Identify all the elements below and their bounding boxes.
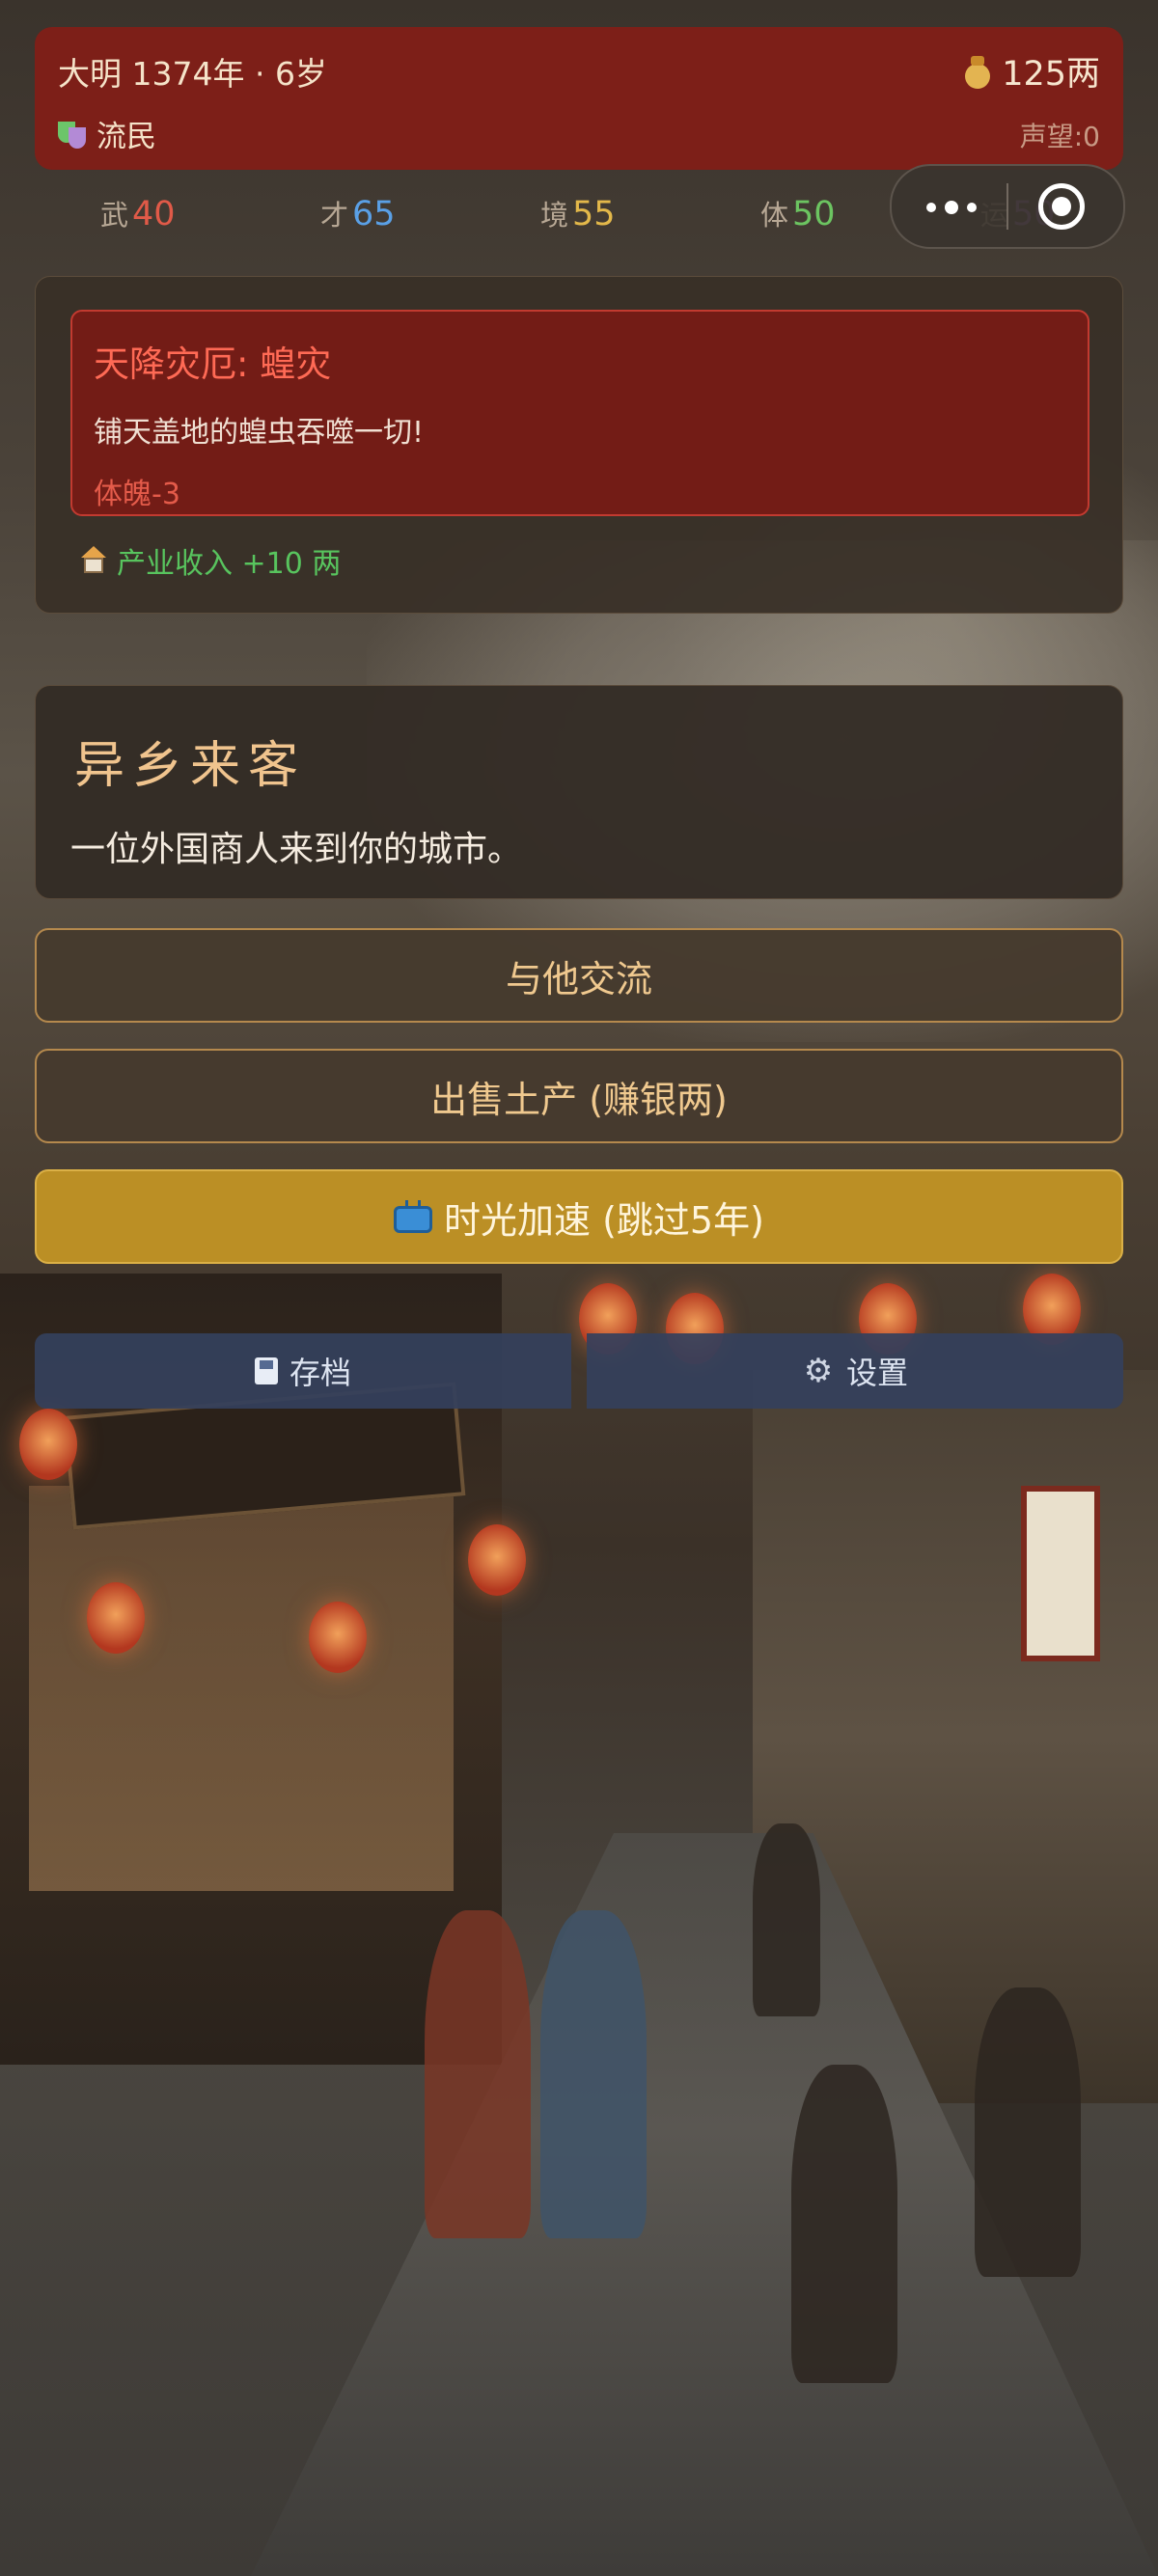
income-line: 产业收入 +10 两 [78,539,341,582]
target-icon[interactable] [1038,183,1085,230]
tv-icon [394,1200,433,1233]
disaster-description: 铺天盖地的蝗虫吞噬一切! [94,416,425,450]
event-title: 异乡来客 [74,737,307,795]
stat-label: 体 [760,199,789,232]
time-skip-button[interactable]: 时光加速 (跳过5年) [35,1169,1123,1264]
settings-button[interactable]: ⚙ 设置 [587,1333,1123,1409]
era-age-label: 大明 1374年 · 6岁 [58,55,327,93]
stat-label: 武 [100,199,129,232]
more-dots-icon[interactable] [923,189,984,224]
stat-label: 才 [320,199,349,232]
money-value: 125两 [1002,55,1100,94]
settings-label: 设置 [845,1355,908,1391]
choice-talk-button[interactable]: 与他交流 [35,928,1123,1023]
disaster-card: 天降灾厄: 蝗灾 铺天盖地的蝗虫吞噬一切! 体魄-3 [70,310,1089,516]
stat-realm: 境 55 [540,193,616,233]
choice-label: 时光加速 (跳过5年) [444,1198,764,1242]
status-display: 流民 [58,112,156,155]
stat-label: 境 [540,199,569,232]
choice-label: 与他交流 [505,957,652,1000]
stat-physique: 体 50 [760,193,836,233]
stat-value: 65 [352,195,396,233]
fame-label: 声望:0 [1019,121,1100,152]
stat-value: 50 [792,195,836,233]
money-bag-icon [961,54,994,89]
disaster-title: 天降灾厄: 蝗灾 [94,343,332,385]
house-icon [78,546,109,575]
event-log-panel: 天降灾厄: 蝗灾 铺天盖地的蝗虫吞噬一切! 体魄-3 产业收入 +10 两 [35,276,1123,614]
event-card: 异乡来客 一位外国商人来到你的城市。 [35,685,1123,899]
theater-masks-icon [58,120,87,149]
income-text: 产业收入 +10 两 [117,547,342,581]
stat-value: 40 [132,195,176,233]
event-description: 一位外国商人来到你的城市。 [70,830,523,869]
stat-martial: 武 40 [100,193,176,233]
status-label: 流民 [96,120,156,154]
save-button[interactable]: 存档 [35,1333,571,1409]
stat-value: 55 [572,195,616,233]
miniprogram-capsule [890,164,1125,249]
floppy-disk-icon [254,1357,278,1384]
stat-talent: 才 65 [320,193,396,233]
capsule-divider [1006,183,1008,230]
disaster-effect: 体魄-3 [94,478,180,511]
gear-icon: ⚙ [803,1352,834,1390]
choice-sell-button[interactable]: 出售土产 (赚银两) [35,1049,1123,1143]
money-display: 125两 [961,46,1100,96]
choice-label: 出售土产 (赚银两) [430,1078,728,1121]
save-label: 存档 [289,1355,351,1391]
header-panel: 大明 1374年 · 6岁 125两 流民 声望:0 [35,27,1123,170]
